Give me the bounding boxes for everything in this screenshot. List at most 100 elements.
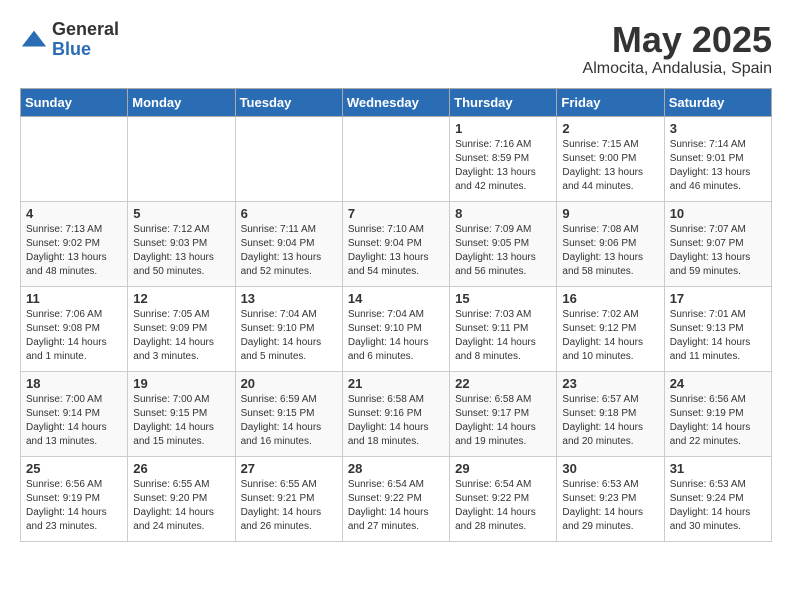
calendar-week-3: 11Sunrise: 7:06 AM Sunset: 9:08 PM Dayli… — [21, 286, 772, 371]
day-number: 5 — [133, 206, 229, 221]
logo-general: General — [52, 20, 119, 40]
day-number: 18 — [26, 376, 122, 391]
logo-blue: Blue — [52, 40, 119, 60]
calendar-header-row: SundayMondayTuesdayWednesdayThursdayFrid… — [21, 88, 772, 116]
calendar-body: 1 Sunrise: 7:16 AM Sunset: 8:59 PM Daylig… — [21, 116, 772, 541]
calendar-cell: 25Sunrise: 6:56 AM Sunset: 9:19 PM Dayli… — [21, 456, 128, 541]
cell-content: Sunrise: 7:03 AM Sunset: 9:11 PM Dayligh… — [455, 308, 551, 364]
day-number: 2 — [562, 121, 658, 136]
calendar-week-1: 1 Sunrise: 7:16 AM Sunset: 8:59 PM Daylig… — [21, 116, 772, 201]
day-number: 16 — [562, 291, 658, 306]
day-number: 15 — [455, 291, 551, 306]
calendar-cell: 24 Sunrise: 6:56 AM Sunset: 9:19 PM Dayli… — [664, 371, 771, 456]
cell-content: Sunrise: 6:58 AM Sunset: 9:16 PM Dayligh… — [348, 393, 444, 449]
day-number: 24 — [670, 376, 766, 391]
day-number: 25 — [26, 461, 122, 476]
day-number: 26 — [133, 461, 229, 476]
day-number: 20 — [241, 376, 337, 391]
location-title: Almocita, Andalusia, Spain — [583, 60, 772, 78]
cell-content: Sunrise: 6:54 AM Sunset: 9:22 PM Dayligh… — [455, 478, 551, 534]
cell-content: Sunrise: 7:16 AM Sunset: 8:59 PM Dayligh… — [455, 138, 551, 194]
calendar-week-4: 18 Sunrise: 7:00 AM Sunset: 9:14 PM Dayli… — [21, 371, 772, 456]
day-header-saturday: Saturday — [664, 88, 771, 116]
calendar-cell: 26 Sunrise: 6:55 AM Sunset: 9:20 PM Dayli… — [128, 456, 235, 541]
cell-content: Sunrise: 6:54 AM Sunset: 9:22 PM Dayligh… — [348, 478, 444, 534]
calendar-cell: 20Sunrise: 6:59 AM Sunset: 9:15 PM Dayli… — [235, 371, 342, 456]
calendar-week-2: 4 Sunrise: 7:13 AM Sunset: 9:02 PM Daylig… — [21, 201, 772, 286]
day-number: 14 — [348, 291, 444, 306]
day-number: 12 — [133, 291, 229, 306]
day-number: 29 — [455, 461, 551, 476]
calendar-cell: 21 Sunrise: 6:58 AM Sunset: 9:16 PM Dayli… — [342, 371, 449, 456]
calendar-cell — [342, 116, 449, 201]
cell-content: Sunrise: 7:14 AM Sunset: 9:01 PM Dayligh… — [670, 138, 766, 194]
calendar-cell: 4 Sunrise: 7:13 AM Sunset: 9:02 PM Daylig… — [21, 201, 128, 286]
cell-content: Sunrise: 6:53 AM Sunset: 9:23 PM Dayligh… — [562, 478, 658, 534]
cell-content: Sunrise: 7:13 AM Sunset: 9:02 PM Dayligh… — [26, 223, 122, 279]
day-number: 9 — [562, 206, 658, 221]
cell-content: Sunrise: 6:55 AM Sunset: 9:21 PM Dayligh… — [241, 478, 337, 534]
cell-content: Sunrise: 7:00 AM Sunset: 9:14 PM Dayligh… — [26, 393, 122, 449]
cell-content: Sunrise: 7:00 AM Sunset: 9:15 PM Dayligh… — [133, 393, 229, 449]
day-number: 1 — [455, 121, 551, 136]
month-title: May 2025 — [583, 20, 772, 60]
calendar-cell — [128, 116, 235, 201]
cell-content: Sunrise: 7:15 AM Sunset: 9:00 PM Dayligh… — [562, 138, 658, 194]
day-number: 31 — [670, 461, 766, 476]
day-header-friday: Friday — [557, 88, 664, 116]
calendar-cell: 11Sunrise: 7:06 AM Sunset: 9:08 PM Dayli… — [21, 286, 128, 371]
calendar-cell: 16 Sunrise: 7:02 AM Sunset: 9:12 PM Dayli… — [557, 286, 664, 371]
calendar-cell: 22Sunrise: 6:58 AM Sunset: 9:17 PM Dayli… — [450, 371, 557, 456]
calendar-cell: 27 Sunrise: 6:55 AM Sunset: 9:21 PM Dayli… — [235, 456, 342, 541]
cell-content: Sunrise: 6:57 AM Sunset: 9:18 PM Dayligh… — [562, 393, 658, 449]
calendar-cell: 30 Sunrise: 6:53 AM Sunset: 9:23 PM Dayli… — [557, 456, 664, 541]
calendar-cell: 15 Sunrise: 7:03 AM Sunset: 9:11 PM Dayli… — [450, 286, 557, 371]
cell-content: Sunrise: 6:56 AM Sunset: 9:19 PM Dayligh… — [670, 393, 766, 449]
calendar-cell: 17 Sunrise: 7:01 AM Sunset: 9:13 PM Dayli… — [664, 286, 771, 371]
calendar-cell: 18 Sunrise: 7:00 AM Sunset: 9:14 PM Dayli… — [21, 371, 128, 456]
calendar-cell: 23 Sunrise: 6:57 AM Sunset: 9:18 PM Dayli… — [557, 371, 664, 456]
logo-icon — [20, 26, 48, 54]
cell-content: Sunrise: 7:10 AM Sunset: 9:04 PM Dayligh… — [348, 223, 444, 279]
calendar-cell: 10Sunrise: 7:07 AM Sunset: 9:07 PM Dayli… — [664, 201, 771, 286]
cell-content: Sunrise: 7:08 AM Sunset: 9:06 PM Dayligh… — [562, 223, 658, 279]
day-number: 17 — [670, 291, 766, 306]
day-number: 28 — [348, 461, 444, 476]
day-number: 30 — [562, 461, 658, 476]
cell-content: Sunrise: 6:55 AM Sunset: 9:20 PM Dayligh… — [133, 478, 229, 534]
cell-content: Sunrise: 7:01 AM Sunset: 9:13 PM Dayligh… — [670, 308, 766, 364]
day-number: 27 — [241, 461, 337, 476]
day-header-tuesday: Tuesday — [235, 88, 342, 116]
day-number: 7 — [348, 206, 444, 221]
calendar-cell — [235, 116, 342, 201]
day-number: 19 — [133, 376, 229, 391]
day-number: 4 — [26, 206, 122, 221]
day-number: 8 — [455, 206, 551, 221]
calendar-cell: 14Sunrise: 7:04 AM Sunset: 9:10 PM Dayli… — [342, 286, 449, 371]
day-header-thursday: Thursday — [450, 88, 557, 116]
calendar-cell: 6Sunrise: 7:11 AM Sunset: 9:04 PM Daylig… — [235, 201, 342, 286]
calendar-week-5: 25Sunrise: 6:56 AM Sunset: 9:19 PM Dayli… — [21, 456, 772, 541]
calendar-cell — [21, 116, 128, 201]
cell-content: Sunrise: 7:06 AM Sunset: 9:08 PM Dayligh… — [26, 308, 122, 364]
cell-content: Sunrise: 6:53 AM Sunset: 9:24 PM Dayligh… — [670, 478, 766, 534]
calendar-cell: 8 Sunrise: 7:09 AM Sunset: 9:05 PM Daylig… — [450, 201, 557, 286]
day-number: 21 — [348, 376, 444, 391]
day-number: 3 — [670, 121, 766, 136]
day-header-sunday: Sunday — [21, 88, 128, 116]
cell-content: Sunrise: 7:02 AM Sunset: 9:12 PM Dayligh… — [562, 308, 658, 364]
day-number: 23 — [562, 376, 658, 391]
day-header-monday: Monday — [128, 88, 235, 116]
cell-content: Sunrise: 6:58 AM Sunset: 9:17 PM Dayligh… — [455, 393, 551, 449]
day-number: 6 — [241, 206, 337, 221]
cell-content: Sunrise: 7:04 AM Sunset: 9:10 PM Dayligh… — [241, 308, 337, 364]
calendar-table: SundayMondayTuesdayWednesdayThursdayFrid… — [20, 88, 772, 542]
header: General Blue May 2025 Almocita, Andalusi… — [20, 20, 772, 78]
title-section: May 2025 Almocita, Andalusia, Spain — [583, 20, 772, 78]
cell-content: Sunrise: 7:09 AM Sunset: 9:05 PM Dayligh… — [455, 223, 551, 279]
day-header-wednesday: Wednesday — [342, 88, 449, 116]
logo-text: General Blue — [52, 20, 119, 60]
calendar-cell: 3 Sunrise: 7:14 AM Sunset: 9:01 PM Daylig… — [664, 116, 771, 201]
calendar-cell: 29 Sunrise: 6:54 AM Sunset: 9:22 PM Dayli… — [450, 456, 557, 541]
cell-content: Sunrise: 7:07 AM Sunset: 9:07 PM Dayligh… — [670, 223, 766, 279]
